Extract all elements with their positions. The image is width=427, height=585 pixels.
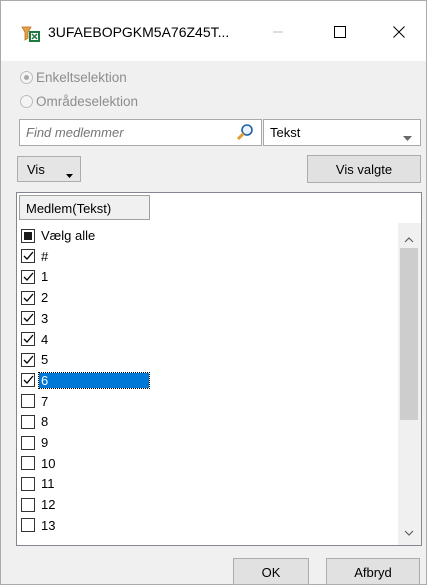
list-item-label: Vælg alle: [41, 228, 96, 243]
radio-button[interactable]: [20, 94, 33, 108]
scroll-up-icon[interactable]: [404, 231, 414, 246]
list-item[interactable]: 12: [21, 496, 391, 513]
checkbox[interactable]: [21, 456, 35, 471]
list-item[interactable]: 6: [21, 371, 391, 389]
list-item[interactable]: 13: [21, 517, 391, 534]
list-item[interactable]: 11: [21, 475, 391, 492]
checkbox[interactable]: [21, 290, 35, 305]
list-item-label: 5: [41, 352, 49, 368]
checkbox[interactable]: [21, 435, 35, 450]
checkbox[interactable]: [21, 228, 35, 243]
radio-label: Områdeselektion: [36, 93, 139, 109]
chevron-down-icon: [403, 130, 412, 145]
list-item-label: 7: [41, 393, 49, 409]
filter-dialog: 3UFAEBOPGKM5A76Z45T... Enkeltselektion O…: [0, 0, 427, 585]
maximize-button[interactable]: [317, 13, 363, 53]
list-item-label: 12: [41, 497, 56, 513]
list-item-label: 3: [41, 310, 49, 326]
minimize-button[interactable]: [255, 13, 301, 53]
checkbox[interactable]: [21, 414, 35, 429]
ok-label: OK: [261, 565, 281, 580]
maximize-icon: [334, 25, 346, 41]
list-item-label: 2: [41, 290, 49, 306]
list-item-label: 6: [38, 371, 150, 389]
excel-filter-icon: [21, 23, 41, 43]
list-item[interactable]: 5: [21, 351, 391, 368]
search-field[interactable]: [19, 119, 262, 146]
list-item-label: 11: [41, 476, 55, 492]
list-item-label: 13: [41, 517, 56, 533]
checkbox[interactable]: [21, 352, 35, 367]
type-dropdown-value: Tekst: [270, 125, 301, 140]
list-item[interactable]: 2: [21, 289, 391, 306]
list-item[interactable]: 8: [21, 413, 391, 430]
radio-label: Enkeltselektion: [36, 69, 127, 85]
column-header-label: Medlem(Tekst): [26, 201, 112, 216]
window-title: 3UFAEBOPGKM5A76Z45T...: [48, 24, 230, 40]
close-button[interactable]: [376, 13, 422, 53]
checkbox[interactable]: [21, 311, 35, 326]
show-selected-label: Vis valgte: [335, 162, 393, 177]
list-item[interactable]: 7: [21, 393, 391, 410]
cancel-label: Afbryd: [354, 565, 392, 580]
list-item[interactable]: 10: [21, 455, 391, 472]
list-item-label: 10: [41, 455, 56, 471]
close-icon: [393, 25, 405, 41]
list-item-label: 9: [41, 435, 49, 450]
vertical-scrollbar[interactable]: [398, 223, 421, 545]
list-item[interactable]: 3: [21, 310, 391, 327]
scroll-thumb[interactable]: [400, 248, 418, 420]
radio-button[interactable]: [20, 70, 33, 84]
radio-range-selection[interactable]: Områdeselektion: [20, 92, 138, 110]
list-item[interactable]: 9: [21, 434, 391, 451]
list-item-label: #: [41, 248, 49, 264]
radio-single-selection[interactable]: Enkeltselektion: [20, 68, 127, 86]
ok-button[interactable]: OK: [233, 558, 309, 585]
vis-dropdown-button[interactable]: Vis: [17, 156, 81, 182]
list-item-label: 8: [41, 414, 49, 430]
list-item[interactable]: #: [21, 248, 391, 265]
vis-label: Vis: [27, 162, 45, 177]
type-dropdown[interactable]: Tekst: [263, 119, 421, 146]
search-icon[interactable]: [235, 123, 255, 146]
checkbox[interactable]: [21, 394, 35, 409]
cancel-button[interactable]: Afbryd: [326, 558, 420, 585]
checkbox[interactable]: [21, 476, 35, 491]
checkbox[interactable]: [21, 518, 35, 533]
list-item[interactable]: Vælg alle: [21, 227, 391, 244]
title-bar[interactable]: 3UFAEBOPGKM5A76Z45T...: [1, 1, 426, 61]
list-item-label: 4: [41, 331, 49, 347]
show-selected-button[interactable]: Vis valgte: [307, 155, 421, 183]
scroll-down-icon[interactable]: [404, 525, 414, 540]
chevron-down-icon: [66, 167, 73, 182]
search-input[interactable]: [26, 125, 226, 140]
checkbox[interactable]: [21, 332, 35, 346]
checkbox[interactable]: [21, 269, 35, 284]
list-item-label: 1: [41, 269, 49, 285]
checkbox[interactable]: [21, 497, 35, 512]
list-item[interactable]: 1: [21, 268, 391, 285]
checkbox[interactable]: [21, 249, 35, 264]
column-header[interactable]: Medlem(Tekst): [19, 195, 150, 220]
minimize-icon: [272, 26, 284, 41]
list-item[interactable]: 4: [21, 331, 391, 348]
checkbox[interactable]: [21, 373, 35, 388]
member-list[interactable]: Medlem(Tekst) Vælg alle #1 2 3 4 5 6 7 8 9 10 11 12 1…: [16, 192, 422, 546]
